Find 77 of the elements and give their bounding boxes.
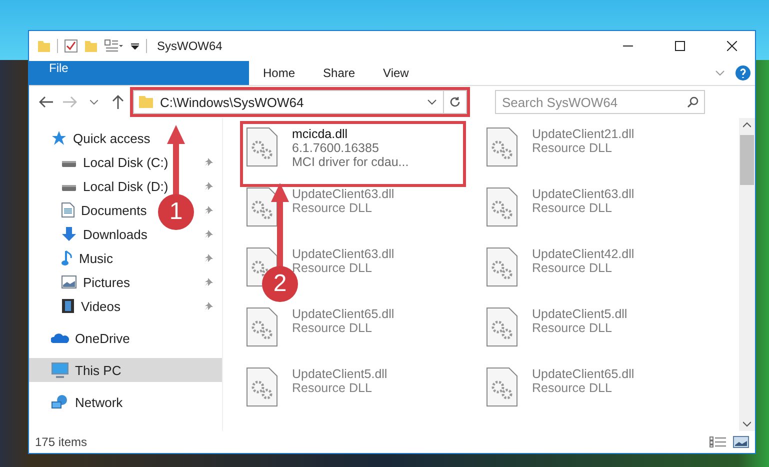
chevron-down-icon[interactable] [427, 99, 437, 105]
nav-item[interactable]: Local Disk (C:) [83, 154, 168, 170]
address-bar[interactable]: C:\Windows\SysWOW64 [133, 90, 467, 114]
scrollbar[interactable] [739, 118, 755, 431]
file-detail: Resource DLL [292, 201, 373, 215]
file-detail: Resource DLL [532, 261, 613, 275]
file-name[interactable]: UpdateClient63.dll [292, 187, 394, 201]
properties-icon[interactable] [104, 39, 124, 53]
nav-item[interactable]: Quick access [73, 130, 150, 146]
file-name[interactable]: UpdateClient42.dll [532, 247, 634, 261]
nav-item[interactable]: Local Disk (D:) [83, 178, 168, 194]
ribbon-tab[interactable]: Home [249, 61, 310, 85]
file-name[interactable]: UpdateClient21.dll [532, 127, 634, 141]
file-detail: Resource DLL [532, 201, 613, 215]
nav-item[interactable]: Documents [81, 202, 147, 218]
gear-file-icon [246, 307, 278, 347]
folder-icon [138, 95, 154, 109]
forward-arrow-icon [63, 96, 77, 108]
file-detail: Resource DLL [292, 381, 373, 395]
file-name[interactable]: UpdateClient63.dll [532, 187, 634, 201]
scroll-up-icon[interactable] [743, 122, 751, 128]
nav-item[interactable]: This PC [75, 362, 122, 378]
picture-icon [61, 275, 77, 289]
scroll-down-icon[interactable] [743, 421, 751, 427]
file-name[interactable]: UpdateClient63.dll [292, 247, 394, 261]
help-icon[interactable] [735, 65, 751, 81]
download-icon [61, 226, 77, 242]
file-detail: Resource DLL [532, 321, 613, 335]
nav-item[interactable]: OneDrive [75, 330, 130, 346]
file-detail: Resource DLL [292, 321, 373, 335]
up-arrow-icon [112, 95, 124, 109]
file-detail: Resource DLL [532, 141, 613, 155]
file-name[interactable]: UpdateClient65.dll [292, 307, 394, 321]
star-icon [51, 130, 67, 146]
nav-item[interactable]: Pictures [83, 274, 130, 290]
ribbon-tab[interactable]: View [369, 61, 423, 85]
gear-file-icon [486, 247, 518, 287]
large-icons-view-icon[interactable] [733, 436, 749, 448]
window-title: SysWOW64 [157, 39, 222, 53]
refresh-icon [449, 96, 461, 108]
ribbon-tab[interactable]: Share [309, 61, 370, 85]
gear-file-icon [486, 187, 518, 227]
gear-file-icon [246, 367, 278, 407]
search-field[interactable]: Search SysWOW64 [495, 90, 705, 114]
file-detail: 6.1.7600.16385 [292, 141, 380, 155]
scrollbar-thumb[interactable] [740, 135, 754, 185]
file-name[interactable]: UpdateClient5.dll [532, 307, 628, 321]
file-detail: MCI driver for cdau... [292, 155, 409, 169]
cloud-icon [51, 332, 69, 344]
checklist-icon[interactable] [64, 39, 78, 53]
dropdown-icon[interactable] [130, 41, 140, 51]
nav-item[interactable]: Network [75, 394, 123, 410]
network-icon [51, 394, 69, 410]
maximize-icon [675, 41, 685, 51]
file-name[interactable]: UpdateClient65.dll [532, 367, 634, 381]
gear-file-icon [246, 187, 278, 227]
file-name[interactable]: mcicda.dll [292, 127, 409, 141]
back-arrow-icon [39, 96, 53, 108]
gear-file-icon [486, 307, 518, 347]
chevron-down-icon [90, 100, 98, 104]
film-icon [61, 298, 75, 314]
details-view-icon[interactable] [709, 436, 727, 448]
nav-item[interactable]: Videos [81, 298, 121, 314]
document-icon [61, 202, 75, 218]
monitor-icon [51, 362, 69, 378]
nav-item[interactable]: Music [79, 250, 113, 266]
gear-file-icon [486, 367, 518, 407]
close-icon [727, 41, 737, 51]
nav-item[interactable]: Downloads [83, 226, 148, 242]
gear-file-icon [486, 127, 518, 167]
search-icon [687, 96, 699, 108]
minimize-icon [623, 45, 633, 47]
file-name[interactable]: UpdateClient5.dll [292, 367, 388, 381]
file-detail: Resource DLL [532, 381, 613, 395]
music-note-icon [61, 250, 73, 266]
item-count: 175 items [35, 435, 88, 449]
gear-file-icon [246, 127, 278, 167]
